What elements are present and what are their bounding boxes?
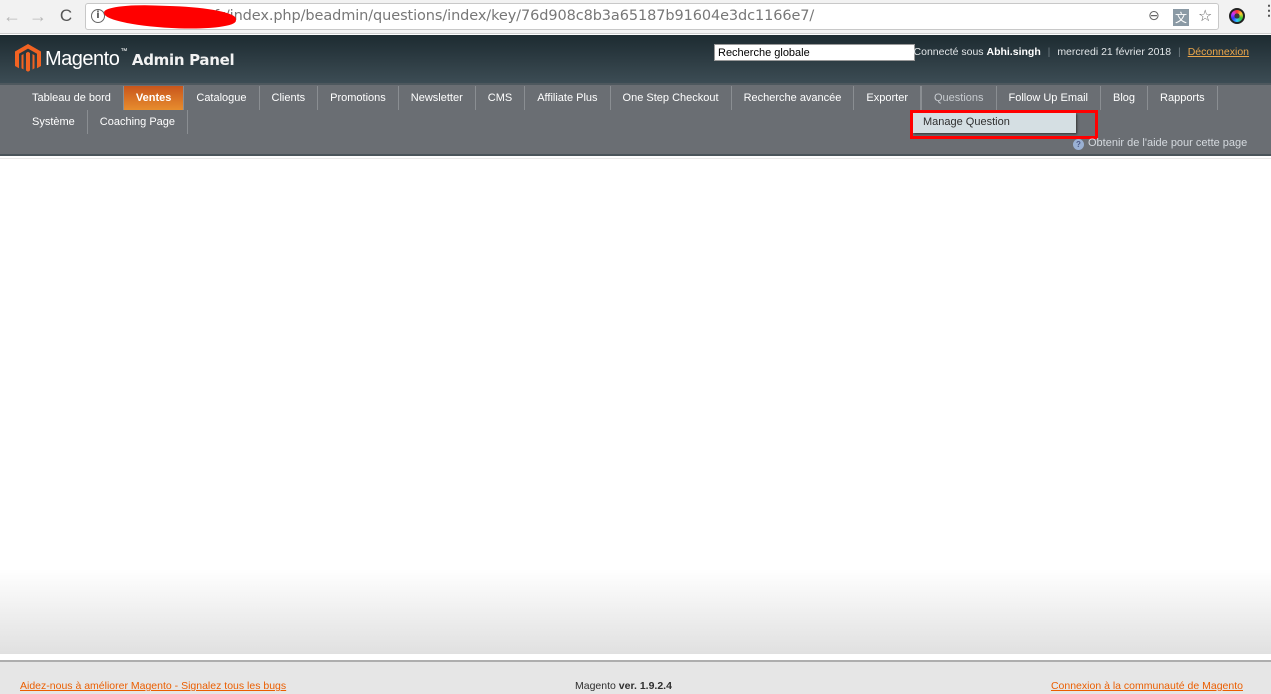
nav-item-affiliate-plus[interactable]: Affiliate Plus xyxy=(525,86,611,110)
nav-item-catalogue[interactable]: Catalogue xyxy=(184,86,260,110)
nav-item-one-step-checkout[interactable]: One Step Checkout xyxy=(611,86,732,110)
url-text[interactable]: fr/index.php/beadmin/questions/index/key… xyxy=(214,8,814,24)
browser-menu-icon[interactable]: ⋮ xyxy=(1262,3,1271,17)
main-content xyxy=(0,158,1271,654)
reload-icon[interactable]: C xyxy=(56,6,76,26)
community-link[interactable]: Connexion à la communauté de Magento xyxy=(1051,680,1243,692)
current-date: mercredi 21 février 2018 xyxy=(1057,46,1172,58)
dropdown-item-manage-question[interactable]: Manage Question xyxy=(913,113,1076,133)
nav-item-tableau-de-bord[interactable]: Tableau de bord xyxy=(20,86,124,110)
version-prefix: Magento xyxy=(575,680,616,692)
site-info-icon[interactable]: i xyxy=(91,9,105,23)
nav-item-coaching-page[interactable]: Coaching Page xyxy=(88,110,189,134)
connected-label: Connecté sous xyxy=(913,46,984,58)
nav-item-clients[interactable]: Clients xyxy=(260,86,319,110)
nav-item-follow-up-email[interactable]: Follow Up Email xyxy=(997,86,1101,110)
help-link[interactable]: ? Obtenir de l'aide pour cette page xyxy=(1073,137,1247,150)
address-bar[interactable]: i fr/index.php/beadmin/questions/index/k… xyxy=(85,3,1219,31)
version-number: ver. 1.9.2.4 xyxy=(618,680,672,692)
zoom-out-icon[interactable]: ⊖ xyxy=(1148,8,1160,24)
browser-toolbar: ← → C i fr/index.php/beadmin/questions/i… xyxy=(0,0,1271,34)
nav-item-exporter[interactable]: Exporter xyxy=(854,86,921,110)
logo-wordmark[interactable]: Magento™ Admin Panel xyxy=(45,48,235,71)
nav-item-newsletter[interactable]: Newsletter xyxy=(399,86,476,110)
help-icon: ? xyxy=(1073,139,1084,150)
nav-item-blog[interactable]: Blog xyxy=(1101,86,1149,110)
report-bugs-link[interactable]: Aidez-nous à améliorer Magento - Signale… xyxy=(20,680,286,692)
logo-panel-text: Admin Panel xyxy=(131,51,235,69)
bookmark-star-icon[interactable]: ☆ xyxy=(1198,6,1212,25)
forward-arrow-icon[interactable]: → xyxy=(28,6,48,26)
help-link-text: Obtenir de l'aide pour cette page xyxy=(1088,137,1248,149)
logo-brand-text: Magento xyxy=(45,48,120,70)
global-search-input[interactable] xyxy=(714,44,915,61)
nav-item-cms[interactable]: CMS xyxy=(476,86,526,110)
nav-item-recherche-avancee[interactable]: Recherche avancée xyxy=(732,86,855,110)
username: Abhi.singh xyxy=(986,46,1041,58)
extension-icon[interactable] xyxy=(1229,8,1245,24)
nav-item-rapports[interactable]: Rapports xyxy=(1148,86,1218,110)
nav-row-secondary: Système Coaching Page xyxy=(20,110,189,134)
nav-item-questions[interactable]: Questions xyxy=(920,86,997,110)
admin-header: Magento™ Admin Panel Connecté sous Abhi.… xyxy=(0,35,1271,83)
version-info: Magento ver. 1.9.2.4 xyxy=(575,680,672,692)
separator: | xyxy=(1047,46,1051,58)
translate-icon[interactable]: 文 xyxy=(1173,9,1190,26)
nav-item-promotions[interactable]: Promotions xyxy=(318,86,399,110)
magento-logo-icon xyxy=(15,44,41,72)
logout-link[interactable]: Déconnexion xyxy=(1188,46,1249,58)
user-info: Connecté sous Abhi.singh | mercredi 21 f… xyxy=(914,46,1249,58)
separator: | xyxy=(1178,46,1181,58)
nav-row-primary: Tableau de bord Ventes Catalogue Clients… xyxy=(20,86,1218,110)
nav-item-ventes[interactable]: Ventes xyxy=(123,86,185,110)
footer: Aidez-nous à améliorer Magento - Signale… xyxy=(0,660,1271,694)
back-arrow-icon[interactable]: ← xyxy=(2,6,22,26)
nav-item-systeme[interactable]: Système xyxy=(20,110,88,134)
logo-trademark: ™ xyxy=(120,48,127,55)
